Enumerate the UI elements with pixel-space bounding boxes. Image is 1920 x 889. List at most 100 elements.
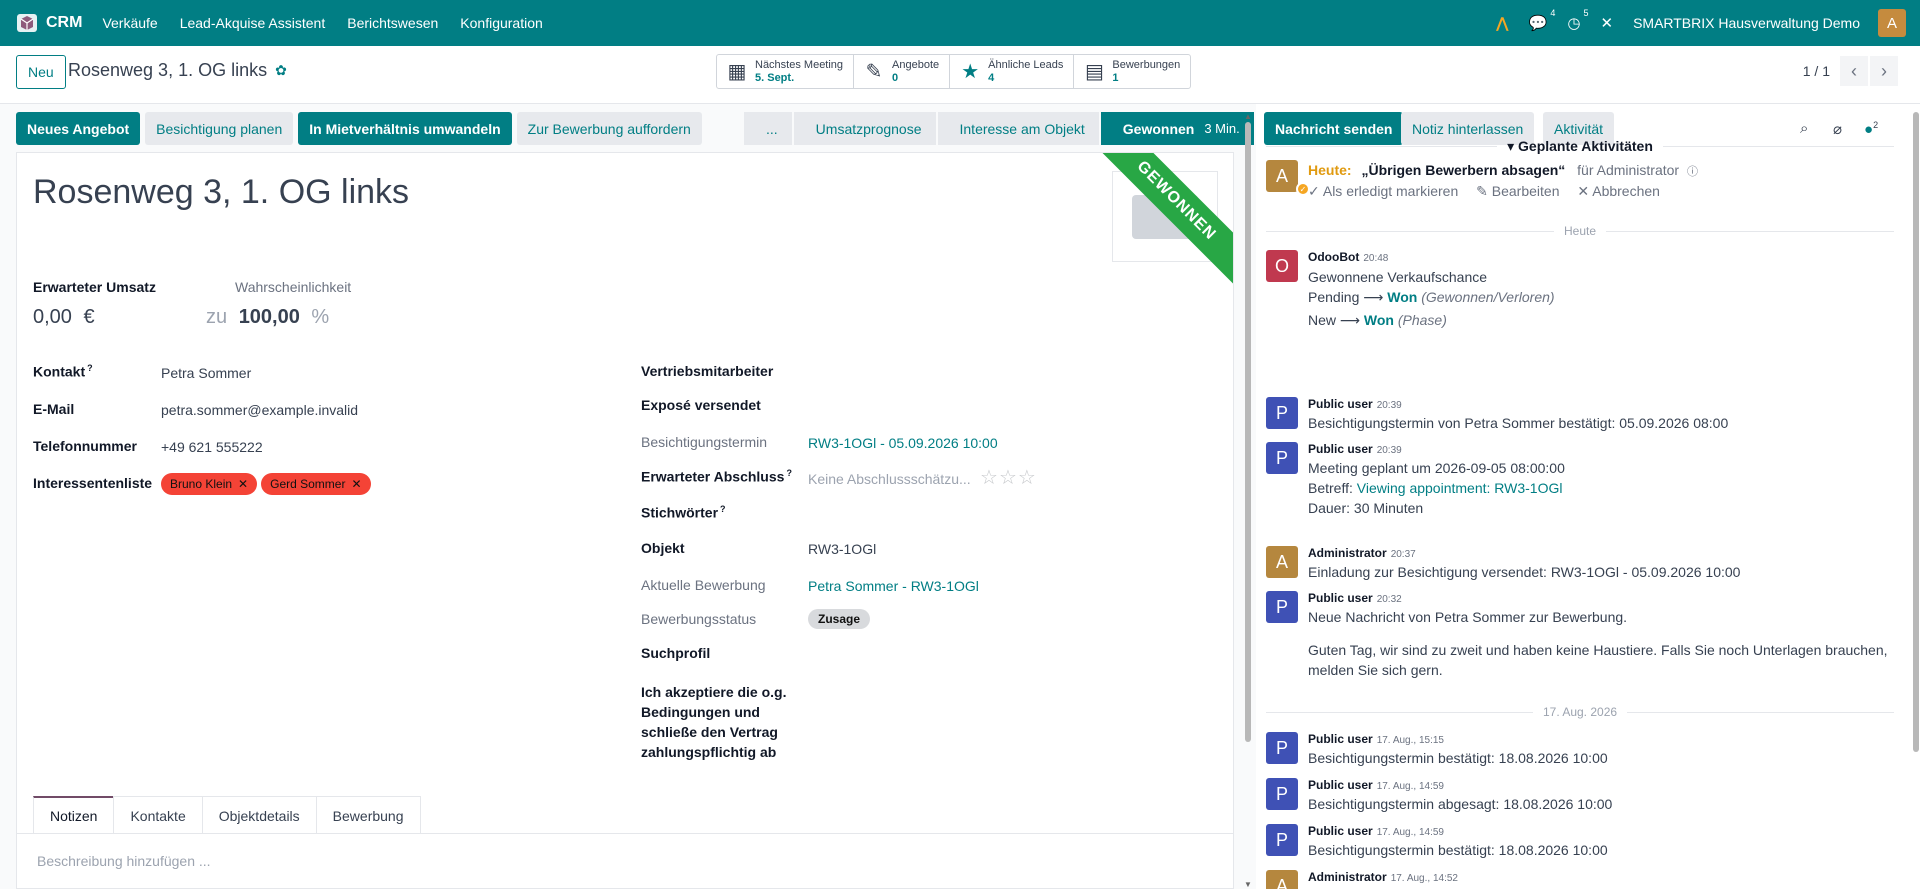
activities-clock-icon[interactable]: ◷ 5	[1567, 8, 1588, 32]
object-field[interactable]: RW3-1OGl	[808, 541, 876, 557]
star-icon[interactable]: ☆	[999, 467, 1017, 489]
search-icon[interactable]: ⌕	[1800, 120, 1808, 137]
menu-lead-akquise[interactable]: Lead-Akquise Assistent	[180, 15, 326, 31]
application-field[interactable]: Petra Sommer - RW3-1OGl	[808, 578, 979, 594]
scroll-up-icon[interactable]: ▲	[1243, 112, 1253, 121]
email-field[interactable]: petra.sommer@example.invalid	[161, 402, 358, 418]
messages-count: 4	[1550, 8, 1556, 18]
pager-value[interactable]: 1 / 1	[1803, 63, 1830, 79]
stage-umsatzprognose[interactable]: Umsatzprognose	[793, 112, 936, 145]
closing-date-field[interactable]: Keine Abschlussschätzu...	[808, 471, 971, 487]
pager-previous-icon[interactable]: ‹	[1840, 56, 1868, 86]
probability-field[interactable]: zu 100,00 %	[206, 306, 329, 329]
smart-button-offers[interactable]: ✎ Angebote 0	[854, 55, 951, 88]
contact-label: Kontakt?	[33, 363, 93, 380]
mark-done-button[interactable]: ✓ Als erledigt markieren	[1308, 183, 1458, 199]
viewing-field[interactable]: RW3-1OGl - 05.09.2026 10:00	[808, 435, 998, 451]
new-offer-button[interactable]: Neues Angebot	[16, 112, 141, 145]
tab-objektdetails[interactable]: Objektdetails	[201, 796, 317, 834]
tab-bewerbung[interactable]: Bewerbung	[315, 796, 421, 834]
tab-notizen[interactable]: Notizen	[33, 796, 115, 834]
scroll-thumb[interactable]	[1913, 112, 1919, 752]
help-icon[interactable]: ?	[786, 468, 792, 478]
convert-tenancy-button[interactable]: In Mietverhältnis umwandeln	[298, 112, 512, 145]
stage-more[interactable]: ...	[744, 112, 792, 145]
stage-interesse[interactable]: Interesse am Objekt	[937, 112, 1099, 145]
voip-icon[interactable]: ⋀	[1496, 14, 1509, 32]
planned-activity: Heute: „Übrigen Bewerbern absagen“ für A…	[1308, 162, 1698, 179]
apps-menu-icon[interactable]	[12, 8, 42, 38]
contact-field[interactable]: Petra Sommer	[161, 365, 251, 381]
tag-gerd-sommer[interactable]: Gerd Sommer ✕	[261, 473, 371, 495]
description-field[interactable]: Beschreibung hinzufügen ...	[37, 853, 211, 869]
stage-gewonnen[interactable]: Gewonnen 3 Min.	[1100, 112, 1254, 145]
scroll-thumb[interactable]	[1245, 122, 1251, 742]
app-name[interactable]: CRM	[46, 14, 82, 32]
interest-list-tags[interactable]: Bruno Klein ✕ Gerd Sommer ✕	[161, 473, 375, 495]
smart-label: Nächstes Meeting	[755, 58, 844, 71]
closing-label: Erwarteter Abschluss?	[641, 468, 792, 485]
star-icon[interactable]: ☆	[980, 467, 998, 489]
record-title[interactable]: Rosenweg 3, 1. OG links	[33, 173, 409, 212]
chatter-panel: Nachricht senden Notiz hinterlassen Akti…	[1256, 104, 1920, 889]
pager-next-icon[interactable]: ›	[1870, 56, 1898, 86]
subject-link[interactable]: Viewing appointment: RW3-1OGl	[1357, 480, 1563, 496]
edit-activity-button[interactable]: ✎ Bearbeiten	[1476, 183, 1559, 199]
followers-icon[interactable]: ●2	[1864, 120, 1878, 138]
phone-field[interactable]: +49 621 555222	[161, 439, 263, 455]
help-icon[interactable]: ?	[87, 363, 93, 373]
message-time: 20:39	[1376, 400, 1402, 411]
info-icon[interactable]: ⓘ	[1687, 166, 1698, 178]
avatar: P	[1266, 824, 1298, 856]
scroll-down-icon[interactable]: ▼	[1243, 880, 1253, 889]
menu-verkaeufe[interactable]: Verkäufe	[102, 15, 157, 31]
help-icon[interactable]: ?	[720, 504, 726, 514]
chatter-scrollbar[interactable]	[1912, 104, 1920, 889]
avatar: O	[1266, 250, 1298, 282]
message-time: 17. Aug., 14:59	[1376, 827, 1444, 838]
message-item: Public user 17. Aug., 14:59 Besichtigungs…	[1308, 824, 1608, 858]
smart-button-meeting[interactable]: ▦ Nächstes Meeting 5. Sept.	[717, 55, 855, 88]
tags-label: Stichwörter?	[641, 504, 726, 521]
expected-revenue-field[interactable]: 0,00 €	[33, 306, 95, 329]
message-author: Administrator 20:37	[1308, 546, 1416, 560]
activity-avatar: A	[1266, 160, 1298, 192]
company-switcher[interactable]: SMARTBRIX Hausverwaltung Demo	[1633, 15, 1860, 31]
user-avatar[interactable]: A	[1878, 9, 1906, 37]
smart-value: 5. Sept.	[755, 71, 795, 84]
smart-button-similar-leads[interactable]: ★ Ähnliche Leads 4	[950, 55, 1075, 88]
tab-kontakte[interactable]: Kontakte	[113, 796, 203, 834]
planned-activities-header[interactable]: ▾ Geplante Aktivitäten	[1266, 138, 1894, 155]
gear-icon[interactable]: ✿	[275, 62, 287, 79]
form-scrollbar[interactable]: ▲ ▼	[1243, 112, 1253, 889]
message-duration: Dauer: 30 Minuten	[1308, 500, 1424, 516]
application-status-field: Zusage	[808, 609, 871, 629]
message-body: melden Sie sich gern.	[1308, 662, 1443, 678]
message-item: Public user 17. Aug., 15:15 Besichtigungs…	[1308, 732, 1608, 766]
remove-tag-icon[interactable]: ✕	[351, 477, 361, 491]
new-button[interactable]: Neu	[16, 55, 66, 89]
menu-konfiguration[interactable]: Konfiguration	[460, 15, 543, 31]
object-label: Objekt	[641, 540, 685, 556]
menu-berichtswesen[interactable]: Berichtswesen	[347, 15, 438, 31]
cancel-activity-button[interactable]: ✕ Abbrechen	[1577, 183, 1660, 199]
activities-count: 5	[1583, 8, 1589, 18]
messages-icon[interactable]: 💬 4	[1529, 8, 1556, 32]
avatar: P	[1266, 778, 1298, 810]
request-application-button[interactable]: Zur Bewerbung auffordern	[516, 112, 702, 145]
tag-bruno-klein[interactable]: Bruno Klein ✕	[161, 473, 258, 495]
debug-tools-icon[interactable]: ✕	[1600, 14, 1613, 32]
attachment-icon[interactable]: ⌀	[1833, 120, 1842, 138]
tag-label: Bruno Klein	[170, 477, 233, 491]
plan-viewing-button[interactable]: Besichtigung planen	[145, 112, 294, 145]
avatar: P	[1266, 591, 1298, 623]
smart-button-applications[interactable]: ▤ Bewerbungen 1	[1074, 55, 1190, 88]
priority-stars[interactable]: ☆☆☆	[980, 465, 1037, 490]
application-status-label: Bewerbungsstatus	[641, 611, 757, 627]
star-icon[interactable]: ☆	[1018, 467, 1036, 489]
message-time: 17. Aug., 14:59	[1376, 781, 1444, 792]
remove-tag-icon[interactable]: ✕	[238, 477, 248, 491]
accept-line: Ich akzeptiere die o.g.	[641, 684, 787, 700]
arrow-right-icon: ⟶	[1339, 312, 1360, 328]
message-body: Einladung zur Besichtigung versendet: RW…	[1308, 564, 1741, 580]
